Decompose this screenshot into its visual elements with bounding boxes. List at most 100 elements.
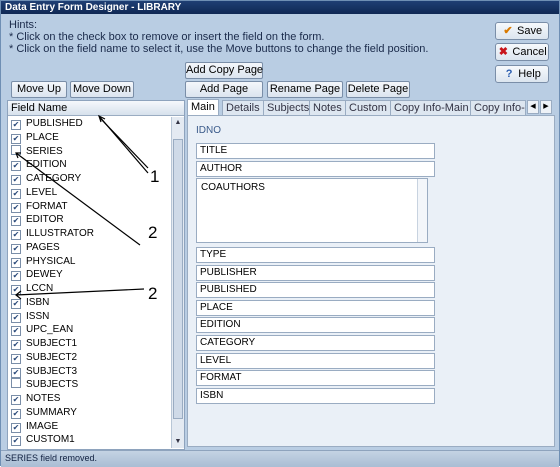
field-name-label[interactable]: LCCN <box>26 283 53 294</box>
tab-details[interactable]: Details <box>222 100 264 115</box>
form-field[interactable]: PUBLISHER <box>196 264 435 281</box>
list-item[interactable]: ✔ EDITOR <box>8 213 170 227</box>
form-field[interactable]: ISBN <box>196 387 435 404</box>
field-name-label[interactable]: SUBJECTS <box>26 379 78 390</box>
tab-copy-info-main[interactable]: Copy Info-Main <box>390 100 473 115</box>
checkbox-checked[interactable]: ✔ <box>11 230 21 240</box>
field-list-scrollbar[interactable]: ▲ ▼ <box>171 117 184 448</box>
field-name-label[interactable]: CUSTOM1 <box>26 434 75 445</box>
field-name-label[interactable]: PAGES <box>26 242 60 253</box>
form-field[interactable]: FORMAT <box>196 370 435 387</box>
field-name-label[interactable]: PHYSICAL <box>26 256 75 267</box>
add-page-button[interactable]: Add Page <box>185 81 263 98</box>
tab-scroll-left-icon[interactable]: ◀ <box>527 100 539 114</box>
rename-page-button[interactable]: Rename Page <box>267 81 343 98</box>
field-name-label[interactable]: NOTES <box>26 393 60 404</box>
checkbox-checked[interactable]: ✔ <box>11 120 21 130</box>
scroll-up-arrow-icon[interactable]: ▲ <box>173 118 183 128</box>
form-field-title[interactable]: TITLE <box>196 143 435 159</box>
checkbox-checked[interactable]: ✔ <box>11 422 21 433</box>
list-item[interactable]: ✔ PAGES <box>8 241 170 255</box>
form-field[interactable]: CATEGORY <box>196 335 435 351</box>
list-item[interactable]: ✔ FORMAT <box>8 200 170 214</box>
field-name-label[interactable]: UPC_EAN <box>26 324 73 335</box>
checkbox-checked[interactable]: ✔ <box>11 285 21 295</box>
checkbox-checked[interactable]: ✔ <box>11 436 21 447</box>
checkbox-checked[interactable]: ✔ <box>11 257 21 268</box>
field-name-label[interactable]: ISSN <box>26 311 49 322</box>
tab-custom[interactable]: Custom <box>345 100 391 115</box>
list-item[interactable]: ✔ SUBJECT1 <box>8 337 170 351</box>
scroll-thumb[interactable] <box>173 139 183 419</box>
form-field[interactable]: PUBLISHED <box>196 282 435 299</box>
checkbox-checked[interactable]: ✔ <box>11 202 21 213</box>
field-name-label[interactable]: SUMMARY <box>26 407 77 418</box>
list-item[interactable]: ✔ CUSTOM1 <box>8 433 170 447</box>
list-item[interactable]: ✔ LEVEL <box>8 186 170 200</box>
field-name-label[interactable]: ILLUSTRATOR <box>26 228 94 239</box>
list-item[interactable]: ✔ EDITION <box>8 158 170 172</box>
cancel-button[interactable]: ✖ Cancel <box>495 43 549 61</box>
coauthors-scrollbar[interactable] <box>417 179 427 242</box>
checkbox-checked[interactable]: ✔ <box>11 175 21 185</box>
list-item[interactable]: ✔ UPC_EAN <box>8 323 170 337</box>
list-item[interactable]: ✔ IMAGE <box>8 420 170 434</box>
checkbox-checked[interactable]: ✔ <box>11 326 21 337</box>
list-item[interactable]: ✔ ISSN <box>8 310 170 324</box>
list-item[interactable]: ✔ ILLUSTRATOR <box>8 227 170 241</box>
checkbox-checked[interactable]: ✔ <box>11 188 21 199</box>
move-up-button[interactable]: Move Up <box>11 81 67 98</box>
checkbox-checked[interactable]: ✔ <box>11 161 21 172</box>
list-item[interactable]: ✔ SUBJECT2 <box>8 351 170 365</box>
field-name-label[interactable]: FORMAT <box>26 201 67 212</box>
field-name-label[interactable]: EDITOR <box>26 214 64 225</box>
delete-page-button[interactable]: Delete Page <box>346 81 410 98</box>
field-name-label[interactable]: SUBJECT3 <box>26 366 77 377</box>
form-field-author[interactable]: AUTHOR <box>196 161 435 177</box>
help-button[interactable]: ? Help <box>495 65 549 83</box>
checkbox-checked[interactable]: ✔ <box>11 312 21 323</box>
list-item[interactable]: ✔ ISBN <box>8 296 170 310</box>
checkbox-checked[interactable]: ✔ <box>11 133 21 144</box>
form-field-coauthors[interactable]: COAUTHORS <box>196 178 428 243</box>
tab-main[interactable]: Main <box>187 99 219 115</box>
scroll-down-arrow-icon[interactable]: ▼ <box>173 437 183 447</box>
checkbox-checked[interactable]: ✔ <box>11 298 21 309</box>
field-name-label[interactable]: DEWEY <box>26 269 63 280</box>
tab-scroll-right-icon[interactable]: ▶ <box>540 100 552 114</box>
field-name-label[interactable]: SERIES <box>26 146 63 157</box>
tab-copy-info[interactable]: Copy Info- <box>470 100 526 115</box>
move-down-button[interactable]: Move Down <box>70 81 134 98</box>
list-item[interactable]: SERIES <box>8 144 170 159</box>
field-name-label[interactable]: EDITION <box>26 159 67 170</box>
checkbox-checked[interactable]: ✔ <box>11 271 21 282</box>
save-button[interactable]: ✔ Save <box>495 22 549 40</box>
checkbox-unchecked[interactable] <box>11 378 21 389</box>
field-name-label[interactable]: CATEGORY <box>26 173 81 184</box>
field-name-label[interactable]: SUBJECT1 <box>26 338 77 349</box>
tab-notes[interactable]: Notes <box>309 100 346 115</box>
checkbox-checked[interactable]: ✔ <box>11 408 21 419</box>
add-copy-page-button[interactable]: Add Copy Page <box>185 62 263 79</box>
list-item[interactable]: ✔ CATEGORY <box>8 172 170 186</box>
list-item[interactable]: ✔ SUBJECT3 <box>8 365 170 379</box>
checkbox-checked[interactable]: ✔ <box>11 395 21 405</box>
list-item[interactable]: ✔ DEWEY <box>8 268 170 282</box>
field-name-label[interactable]: ISBN <box>26 297 49 308</box>
checkbox-checked[interactable]: ✔ <box>11 367 21 378</box>
form-field[interactable]: TYPE <box>196 247 435 263</box>
field-name-label[interactable]: SUBJECT2 <box>26 352 77 363</box>
field-name-header[interactable]: Field Name <box>8 101 184 116</box>
list-item[interactable]: ✔ PHYSICAL <box>8 255 170 269</box>
field-name-label[interactable]: PUBLISHED <box>26 118 83 129</box>
list-item[interactable]: ✔ NOTES <box>8 392 170 406</box>
checkbox-checked[interactable]: ✔ <box>11 353 21 364</box>
list-item[interactable]: ✔ SUMMARY <box>8 406 170 420</box>
checkbox-checked[interactable]: ✔ <box>11 243 21 254</box>
list-item[interactable]: ✔ PUBLISHED <box>8 117 170 131</box>
form-field[interactable]: PLACE <box>196 299 435 316</box>
form-field[interactable]: EDITION <box>196 317 435 334</box>
form-field[interactable]: LEVEL <box>196 352 435 369</box>
field-name-label[interactable]: PLACE <box>26 132 59 143</box>
checkbox-checked[interactable]: ✔ <box>11 340 21 350</box>
